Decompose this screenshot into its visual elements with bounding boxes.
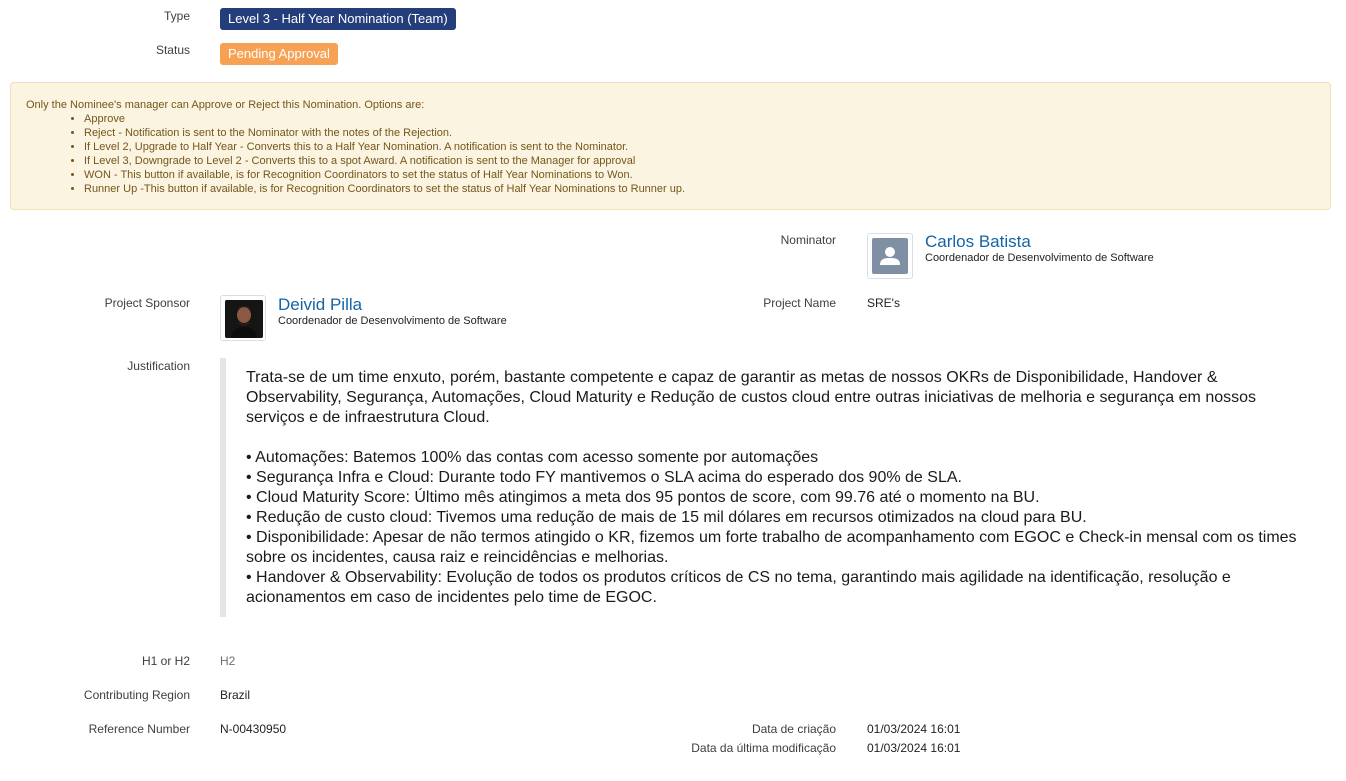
- justification-bullet: • Handover & Observability: Evolução de …: [246, 569, 1231, 606]
- contributing-region-label: Contributing Region: [83, 688, 190, 702]
- user-placeholder-icon: [872, 238, 908, 274]
- modified-date-label: Data da última modificação: [691, 741, 836, 755]
- project-sponsor-label: Project Sponsor: [104, 296, 190, 310]
- justification-bullet: • Cloud Maturity Score: Último mês ating…: [246, 489, 1040, 506]
- notice-option: Reject - Notification is sent to the Nom…: [84, 126, 1315, 140]
- status-label: Status: [155, 43, 190, 57]
- notice-option: If Level 2, Upgrade to Half Year - Conve…: [84, 140, 1315, 154]
- notice-intro: Only the Nominee's manager can Approve o…: [26, 99, 425, 111]
- notice-option: Runner Up -This button if available, is …: [84, 182, 1315, 196]
- notice-option: WON - This button if available, is for R…: [84, 168, 1315, 182]
- justification-intro: Trata-se de um time enxuto, porém, basta…: [246, 369, 1257, 426]
- justification-bullet: • Redução de custo cloud: Tivemos uma re…: [246, 509, 1087, 526]
- created-date-label: Data de criação: [751, 722, 836, 736]
- type-badge: Level 3 - Half Year Nomination (Team): [220, 8, 456, 30]
- nominator-label: Nominator: [780, 233, 836, 247]
- modified-date-value: 01/03/2024 16:01: [867, 741, 961, 755]
- justification-bullet: • Disponibilidade: Apesar de não termos …: [246, 529, 1297, 566]
- h1-or-h2-value: H2: [220, 654, 236, 668]
- project-sponsor-title: Coordenador de Desenvolvimento de Softwa…: [278, 315, 507, 327]
- notice-option: If Level 3, Downgrade to Level 2 - Conve…: [84, 154, 1315, 168]
- project-name-value: SRE's: [867, 296, 900, 310]
- approval-notice: Only the Nominee's manager can Approve o…: [10, 82, 1331, 210]
- notice-options-list: Approve Reject - Notification is sent to…: [26, 112, 1315, 196]
- nomination-detail-page: Type Level 3 - Half Year Nomination (Tea…: [0, 0, 1346, 781]
- nominator-name-link[interactable]: Carlos Batista: [925, 232, 1031, 252]
- nominator-title: Coordenador de Desenvolvimento de Softwa…: [925, 252, 1154, 264]
- user-photo-icon: [225, 300, 263, 338]
- h1-or-h2-label: H1 or H2: [141, 654, 190, 668]
- reference-number-value: N-00430950: [220, 722, 287, 736]
- nominator-avatar[interactable]: [867, 233, 913, 279]
- notice-option: Approve: [84, 112, 1315, 126]
- justification-bullet: • Automações: Batemos 100% das contas co…: [246, 449, 819, 466]
- justification-text: Trata-se de um time enxuto, porém, basta…: [220, 358, 1310, 617]
- reference-number-label: Reference Number: [88, 722, 190, 736]
- status-badge: Pending Approval: [220, 43, 338, 65]
- project-sponsor-avatar[interactable]: [220, 295, 266, 341]
- contributing-region-value: Brazil: [220, 688, 251, 702]
- project-sponsor-name-link[interactable]: Deivid Pilla: [278, 295, 362, 315]
- justification-label: Justification: [127, 359, 190, 373]
- justification-bullet: • Segurança Infra e Cloud: Durante todo …: [246, 469, 962, 486]
- created-date-value: 01/03/2024 16:01: [867, 722, 961, 736]
- type-label: Type: [163, 9, 190, 23]
- project-name-label: Project Name: [763, 296, 836, 310]
